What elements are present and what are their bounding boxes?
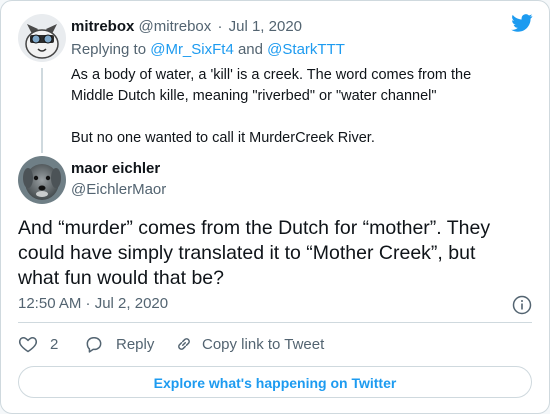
copy-link-button[interactable]: Copy link to Tweet bbox=[174, 334, 324, 354]
replying-and-label: and bbox=[237, 41, 263, 58]
avatar[interactable] bbox=[18, 14, 66, 62]
author-handle[interactable]: @EichlerMaor bbox=[71, 181, 166, 198]
tweet-paragraph: But no one wanted to call it MurderCreek… bbox=[71, 130, 375, 146]
like-button[interactable]: 2 bbox=[18, 334, 58, 354]
author-handle[interactable]: @mitrebox bbox=[139, 18, 212, 35]
copy-link-label: Copy link to Tweet bbox=[202, 335, 325, 353]
info-icon[interactable] bbox=[512, 295, 532, 315]
mention-link[interactable]: @Mr_SixFt4 bbox=[150, 41, 234, 58]
reply-tweet-text: As a body of water, a 'kill' is a creek.… bbox=[71, 65, 511, 149]
thread-connector-line bbox=[41, 68, 43, 153]
twitter-bird-icon[interactable] bbox=[511, 14, 533, 32]
tweet-date-link[interactable]: Jul 1, 2020 bbox=[229, 18, 302, 35]
replying-to-line: Replying to @Mr_SixFt4 and @StarkTTT bbox=[71, 41, 345, 58]
dog-avatar-image bbox=[18, 156, 66, 204]
author-name[interactable]: mitrebox bbox=[71, 18, 134, 35]
reply-label: Reply bbox=[116, 335, 155, 353]
reply-button[interactable]: Reply bbox=[84, 334, 154, 354]
divider bbox=[18, 322, 532, 323]
avatar[interactable] bbox=[18, 156, 66, 204]
tweet-paragraph: As a body of water, a 'kill' is a creek.… bbox=[71, 67, 472, 104]
speech-bubble-icon bbox=[86, 337, 102, 353]
tweet-timestamp-link[interactable]: 12:50 AM · Jul 2, 2020 bbox=[18, 295, 168, 312]
heart-icon bbox=[18, 337, 38, 353]
separator-dot: · bbox=[217, 18, 223, 35]
link-icon bbox=[178, 338, 190, 350]
explore-twitter-button[interactable]: Explore what's happening on Twitter bbox=[18, 366, 532, 398]
cat-avatar-image bbox=[18, 14, 66, 62]
main-tweet-text: And “murder” comes from the Dutch for “m… bbox=[18, 217, 491, 289]
reply-tweet-header: mitrebox @mitrebox · Jul 1, 2020 bbox=[71, 18, 302, 35]
replying-to-label: Replying to bbox=[71, 41, 147, 58]
like-count: 2 bbox=[50, 335, 59, 353]
mention-link[interactable]: @StarkTTT bbox=[267, 41, 345, 58]
embedded-tweet-card: mitrebox @mitrebox · Jul 1, 2020 Replyin… bbox=[0, 0, 550, 414]
author-name[interactable]: maor eichler bbox=[71, 160, 160, 177]
